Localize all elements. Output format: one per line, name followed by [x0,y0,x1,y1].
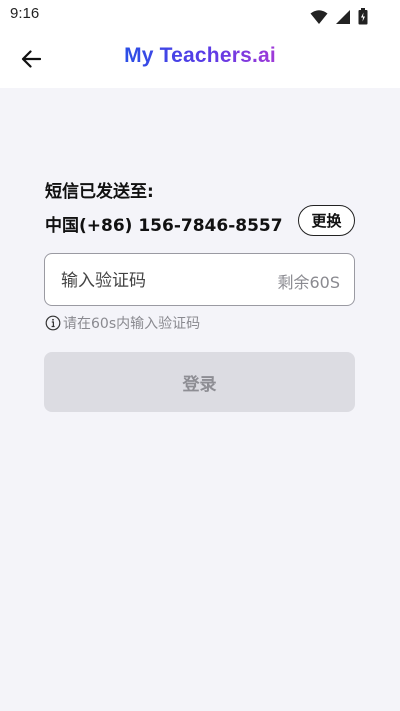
wifi-icon [310,9,328,24]
phone-number: 中国(+86) 156-7846-8557 [45,216,283,236]
sms-sent-label: 短信已发送至: [45,182,154,202]
signal-icon [335,9,350,24]
hint-row: 请在60s内输入验证码 [45,314,200,332]
battery-icon [358,8,368,25]
info-icon [45,315,61,331]
brand-logo: My Teachers.ai [0,44,400,68]
countdown-timer: 剩余60S [277,273,340,292]
status-bar: 9:16 [0,0,400,30]
status-time: 9:16 [10,5,40,22]
change-number-button[interactable]: 更换 [298,205,355,236]
login-button[interactable]: 登录 [44,352,355,412]
verification-panel: 短信已发送至: 中国(+86) 156-7846-8557 更换 剩余60S 请… [0,88,400,711]
brand-text: My Teachers.ai [124,44,276,67]
verification-code-field[interactable]: 剩余60S [44,253,355,307]
app-header: My Teachers.ai [0,30,400,88]
hint-text: 请在60s内输入验证码 [63,316,201,332]
status-icons [308,6,368,25]
verification-code-input[interactable] [59,254,263,307]
